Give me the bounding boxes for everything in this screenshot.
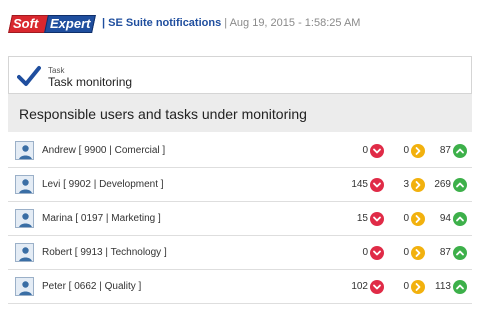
task-card: Task Task monitoring — [8, 56, 472, 94]
chevron-up-icon[interactable] — [453, 280, 467, 294]
user-row[interactable]: Levi [ 9902 | Development ] 145 3 269 — [8, 168, 472, 202]
task-name: Task monitoring — [48, 75, 133, 89]
ontime-count: 113 — [435, 281, 451, 292]
chevron-up-icon[interactable] — [453, 212, 467, 226]
user-row[interactable]: Robert [ 9913 | Technology ] 0 0 87 — [8, 236, 472, 270]
header-title: | SE Suite notifications | Aug 19, 2015 … — [102, 17, 360, 29]
chevron-up-icon[interactable] — [453, 144, 467, 158]
overdue-count: 0 — [362, 247, 368, 258]
pending-count: 0 — [403, 145, 409, 156]
ontime-count: 94 — [439, 213, 451, 224]
section-title: Responsible users and tasks under monito… — [19, 106, 307, 122]
app-title: | SE Suite notifications — [102, 17, 222, 29]
overdue-count: 145 — [351, 179, 368, 190]
user-name[interactable]: Andrew [ 9900 | Comercial ] — [42, 145, 165, 156]
user-avatar-icon — [15, 175, 34, 194]
user-name[interactable]: Marina [ 0197 | Marketing ] — [42, 213, 161, 224]
overdue-count: 102 — [351, 281, 368, 292]
user-avatar-icon — [15, 277, 34, 296]
section-header: Responsible users and tasks under monito… — [8, 94, 472, 132]
checkmark-icon — [17, 66, 41, 86]
user-avatar-icon — [15, 243, 34, 262]
user-avatar-icon — [15, 209, 34, 228]
pending-count: 3 — [403, 179, 409, 190]
user-row[interactable]: Peter [ 0662 | Quality ] 102 0 113 — [8, 270, 472, 304]
user-row[interactable]: Marina [ 0197 | Marketing ] 15 0 94 — [8, 202, 472, 236]
task-label: Task — [48, 66, 65, 75]
logo-expert-text: Expert — [50, 16, 91, 31]
user-row[interactable]: Andrew [ 9900 | Comercial ] 0 0 87 — [8, 134, 472, 168]
ontime-count: 87 — [439, 145, 451, 156]
overdue-count: 15 — [356, 213, 368, 224]
softexpert-logo: Soft Expert — [8, 13, 96, 35]
header: Soft Expert | SE Suite notifications | A… — [0, 0, 480, 48]
pending-count: 0 — [403, 281, 409, 292]
user-name[interactable]: Robert [ 9913 | Technology ] — [42, 247, 167, 258]
ontime-count: 87 — [439, 247, 451, 258]
notification-date: | Aug 19, 2015 - 1:58:25 AM — [224, 17, 361, 29]
overdue-count: 0 — [362, 145, 368, 156]
ontime-count: 269 — [434, 179, 451, 190]
pending-count: 0 — [403, 213, 409, 224]
chevron-up-icon[interactable] — [453, 178, 467, 192]
user-name[interactable]: Levi [ 9902 | Development ] — [42, 179, 164, 190]
user-name[interactable]: Peter [ 0662 | Quality ] — [42, 281, 141, 292]
logo-soft-text: Soft — [13, 16, 39, 31]
user-avatar-icon — [15, 141, 34, 160]
chevron-up-icon[interactable] — [453, 246, 467, 260]
pending-count: 0 — [403, 247, 409, 258]
